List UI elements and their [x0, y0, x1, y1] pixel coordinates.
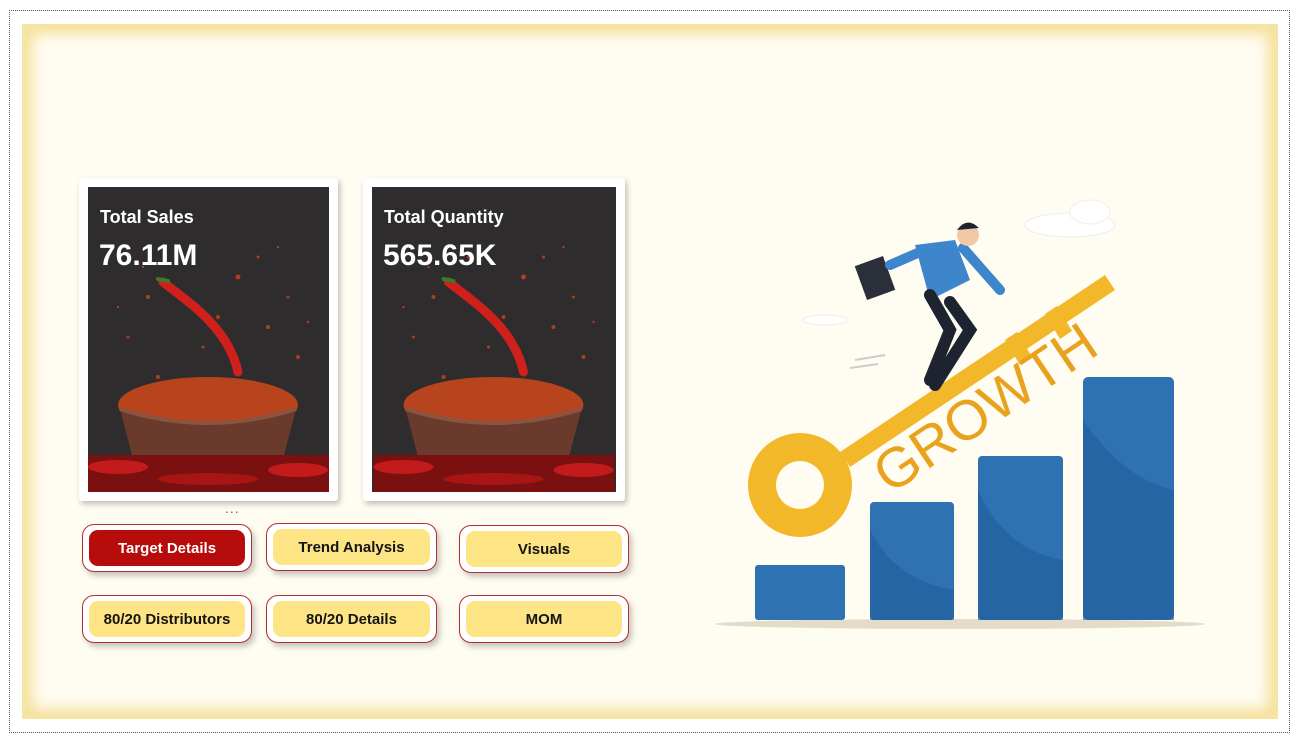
target-details-button[interactable]: Target Details — [82, 524, 252, 572]
trend-analysis-button[interactable]: Trend Analysis — [266, 523, 437, 571]
growth-illustration: GROWTH — [715, 199, 1205, 629]
total-quantity-title: Total Quantity — [384, 207, 504, 227]
total-quantity-card-image: Total Quantity 565.65K — [372, 187, 616, 492]
ground-shadow — [715, 619, 1205, 629]
distributors-8020-button[interactable]: 80/20 Distributors — [82, 595, 252, 643]
mom-button[interactable]: MOM — [459, 595, 629, 643]
total-sales-card: Total Sales 76.11M — [79, 178, 338, 501]
total-sales-title: Total Sales — [100, 207, 194, 227]
total-sales-value: 76.11M — [99, 239, 198, 272]
mom-label: MOM — [466, 601, 622, 637]
trend-analysis-label: Trend Analysis — [273, 529, 430, 565]
details-8020-button[interactable]: 80/20 Details — [266, 595, 437, 643]
visuals-label: Visuals — [466, 531, 622, 567]
target-details-label: Target Details — [89, 530, 245, 566]
chili-bowl-image — [88, 245, 329, 492]
more-options-icon[interactable]: ... — [225, 500, 240, 516]
total-quantity-value: 565.65K — [383, 239, 497, 272]
details-8020-label: 80/20 Details — [273, 601, 430, 637]
chili-bowl-image — [373, 245, 615, 492]
visuals-button[interactable]: Visuals — [459, 525, 629, 573]
distributors-8020-label: 80/20 Distributors — [89, 601, 245, 637]
total-quantity-card: Total Quantity 565.65K — [363, 178, 625, 501]
total-sales-card-image: Total Sales 76.11M — [88, 187, 329, 492]
